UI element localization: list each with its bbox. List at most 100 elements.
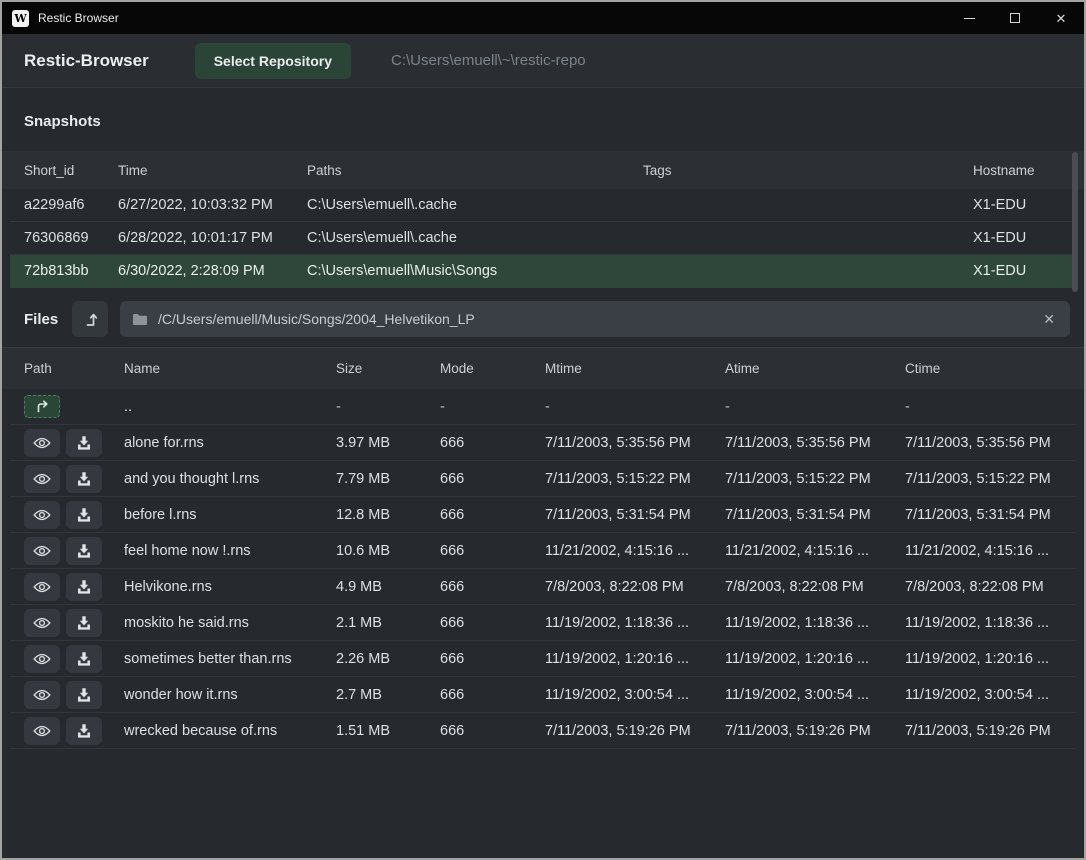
app-window: W Restic Browser ✕ Restic-Browser Select… <box>0 0 1086 860</box>
preview-button[interactable] <box>24 429 60 457</box>
col-hostname: Hostname <box>973 163 1084 178</box>
parent-dir-row[interactable]: .. - - - - - <box>10 389 1076 425</box>
file-size: 4.9 MB <box>336 579 440 595</box>
preview-button[interactable] <box>24 645 60 673</box>
file-name: .. <box>124 399 336 415</box>
files-path-input[interactable] <box>158 311 1030 327</box>
turn-up-right-icon <box>34 399 50 414</box>
snapshot-row[interactable]: 76306869 6/28/2022, 10:01:17 PM C:\Users… <box>10 222 1076 255</box>
col-time: Time <box>118 163 307 178</box>
download-button[interactable] <box>66 573 102 601</box>
go-up-button[interactable] <box>24 395 60 418</box>
download-button[interactable] <box>66 537 102 565</box>
preview-button[interactable] <box>24 573 60 601</box>
preview-button[interactable] <box>24 501 60 529</box>
snapshot-short-id: a2299af6 <box>24 197 118 213</box>
file-mode: 666 <box>440 471 545 487</box>
tree-view-toggle-button[interactable] <box>72 301 108 337</box>
file-row[interactable]: and you thought l.rns 7.79 MB 666 7/11/2… <box>10 461 1076 497</box>
file-atime: 11/19/2002, 3:00:54 ... <box>725 687 905 703</box>
minimize-icon <box>964 18 975 19</box>
file-mode: 666 <box>440 435 545 451</box>
file-mtime: 7/11/2003, 5:15:22 PM <box>545 471 725 487</box>
file-size: 3.97 MB <box>336 435 440 451</box>
download-button[interactable] <box>66 681 102 709</box>
download-icon <box>76 615 92 631</box>
snapshot-row[interactable]: a2299af6 6/27/2022, 10:03:32 PM C:\Users… <box>10 189 1076 222</box>
download-button[interactable] <box>66 501 102 529</box>
file-ctime: - <box>905 399 1076 415</box>
file-size: - <box>336 399 440 415</box>
clear-icon: ✕ <box>1043 311 1055 327</box>
files-bar: Files ✕ <box>2 301 1084 337</box>
file-ctime: 11/21/2002, 4:15:16 ... <box>905 543 1076 559</box>
file-atime: 7/11/2003, 5:19:26 PM <box>725 723 905 739</box>
col-ctime: Ctime <box>905 361 1084 376</box>
files-heading: Files <box>24 311 72 328</box>
file-mtime: 11/19/2002, 1:20:16 ... <box>545 651 725 667</box>
download-button[interactable] <box>66 609 102 637</box>
file-name: and you thought l.rns <box>124 471 336 487</box>
preview-button[interactable] <box>24 609 60 637</box>
preview-button[interactable] <box>24 465 60 493</box>
download-button[interactable] <box>66 645 102 673</box>
file-row[interactable]: wonder how it.rns 2.7 MB 666 11/19/2002,… <box>10 677 1076 713</box>
col-short-id: Short_id <box>24 163 118 178</box>
maximize-button[interactable] <box>992 2 1038 34</box>
close-button[interactable]: ✕ <box>1038 2 1084 34</box>
snapshot-short-id: 72b813bb <box>24 263 118 279</box>
file-row[interactable]: alone for.rns 3.97 MB 666 7/11/2003, 5:3… <box>10 425 1076 461</box>
file-row[interactable]: sometimes better than.rns 2.26 MB 666 11… <box>10 641 1076 677</box>
eye-icon <box>33 724 51 738</box>
select-repository-button[interactable]: Select Repository <box>195 43 351 79</box>
file-mode: 666 <box>440 615 545 631</box>
download-icon <box>76 543 92 559</box>
col-path: Path <box>24 361 124 376</box>
file-atime: 7/11/2003, 5:35:56 PM <box>725 435 905 451</box>
snapshots-table-header: Short_id Time Paths Tags Hostname <box>2 151 1084 189</box>
download-icon <box>76 579 92 595</box>
file-ctime: 11/19/2002, 1:18:36 ... <box>905 615 1076 631</box>
level-up-icon <box>82 311 99 328</box>
file-atime: 7/11/2003, 5:15:22 PM <box>725 471 905 487</box>
file-ctime: 7/11/2003, 5:19:26 PM <box>905 723 1076 739</box>
window-title: Restic Browser <box>38 11 119 25</box>
download-button[interactable] <box>66 465 102 493</box>
files-path-bar[interactable]: ✕ <box>120 301 1070 337</box>
file-row[interactable]: moskito he said.rns 2.1 MB 666 11/19/200… <box>10 605 1076 641</box>
snapshot-row-selected[interactable]: 72b813bb 6/30/2022, 2:28:09 PM C:\Users\… <box>10 255 1076 288</box>
repository-path: C:\Users\emuell\~\restic-repo <box>391 52 586 69</box>
download-icon <box>76 507 92 523</box>
col-size: Size <box>336 361 440 376</box>
file-mode: 666 <box>440 579 545 595</box>
file-name: before l.rns <box>124 507 336 523</box>
eye-icon <box>33 580 51 594</box>
download-button[interactable] <box>66 429 102 457</box>
file-row[interactable]: Helvikone.rns 4.9 MB 666 7/8/2003, 8:22:… <box>10 569 1076 605</box>
col-atime: Atime <box>725 361 905 376</box>
file-row[interactable]: before l.rns 12.8 MB 666 7/11/2003, 5:31… <box>10 497 1076 533</box>
file-size: 10.6 MB <box>336 543 440 559</box>
snapshots-heading: Snapshots <box>2 88 1084 151</box>
titlebar: W Restic Browser ✕ <box>2 2 1084 34</box>
file-name: wrecked because of.rns <box>124 723 336 739</box>
preview-button[interactable] <box>24 537 60 565</box>
file-mtime: 7/11/2003, 5:35:56 PM <box>545 435 725 451</box>
snapshots-scrollbar[interactable] <box>1072 152 1078 292</box>
download-icon <box>76 435 92 451</box>
file-name: sometimes better than.rns <box>124 651 336 667</box>
file-mode: 666 <box>440 723 545 739</box>
file-row[interactable]: wrecked because of.rns 1.51 MB 666 7/11/… <box>10 713 1076 749</box>
file-row[interactable]: feel home now !.rns 10.6 MB 666 11/21/20… <box>10 533 1076 569</box>
preview-button[interactable] <box>24 717 60 745</box>
eye-icon <box>33 544 51 558</box>
download-icon <box>76 687 92 703</box>
download-button[interactable] <box>66 717 102 745</box>
file-size: 2.26 MB <box>336 651 440 667</box>
clear-path-button[interactable]: ✕ <box>1040 310 1058 328</box>
minimize-button[interactable] <box>946 2 992 34</box>
col-mtime: Mtime <box>545 361 725 376</box>
close-icon: ✕ <box>1056 12 1067 25</box>
snapshot-time: 6/28/2022, 10:01:17 PM <box>118 230 307 246</box>
preview-button[interactable] <box>24 681 60 709</box>
